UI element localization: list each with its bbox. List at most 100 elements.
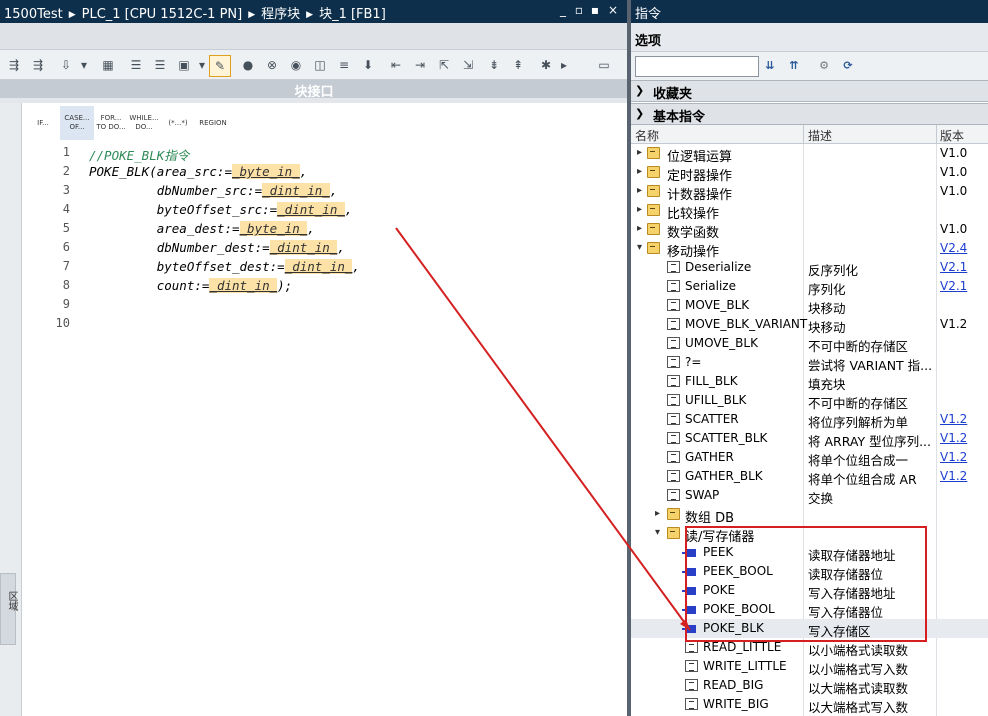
expanded-arrow-icon[interactable]: ▾ bbox=[655, 527, 660, 538]
tree-row[interactable]: ▸ 数组 DB bbox=[631, 505, 988, 526]
tree-row[interactable]: ▸ 数学函数 V1.0 bbox=[631, 220, 988, 241]
collapsed-arrow-icon[interactable]: ▸ bbox=[637, 166, 642, 177]
block-interface-header[interactable]: 块接口 bbox=[0, 80, 628, 100]
code-line[interactable]: //POKE_BLK指令 bbox=[89, 145, 189, 164]
if-snippet-button[interactable]: IF... bbox=[28, 106, 58, 140]
code-line[interactable]: byteOffset_dest:=_dint_in_, bbox=[89, 259, 360, 274]
sort-error-icon[interactable]: ⇞ bbox=[508, 55, 528, 75]
breadcrumb-program-blocks[interactable]: 程序块 bbox=[261, 7, 300, 22]
breadcrumb-plc[interactable]: PLC_1 [CPU 1512C-1 PN] bbox=[82, 7, 243, 22]
window-layout-icon[interactable]: ▭ bbox=[594, 55, 614, 75]
tree-row[interactable]: WRITE_LITTLE 以小端格式写入数 bbox=[631, 657, 988, 677]
breadcrumb-block[interactable]: 块_1 [FB1] bbox=[319, 7, 386, 22]
version-link[interactable]: V1.2 bbox=[940, 450, 967, 464]
tree-row[interactable]: SCATTER 将位序列解析为单 V1.2 bbox=[631, 410, 988, 430]
indent-icon[interactable]: ☰ bbox=[126, 55, 146, 75]
breadcrumb-project[interactable]: 1500Test bbox=[4, 7, 63, 22]
parameter-placeholder[interactable]: _dint_in_ bbox=[269, 240, 338, 255]
tree-row[interactable]: ▸ 计数器操作 V1.0 bbox=[631, 182, 988, 203]
tree-row[interactable]: SWAP 交换 bbox=[631, 486, 988, 506]
parameter-placeholder[interactable]: _dint_in_ bbox=[284, 259, 353, 274]
code-line[interactable]: count:=_dint_in_); bbox=[89, 278, 292, 293]
parameter-placeholder[interactable]: _byte_in_ bbox=[232, 164, 300, 179]
expanded-arrow-icon[interactable]: ▾ bbox=[637, 242, 642, 253]
tree-row[interactable]: ?= 尝试将 VARIANT 指... bbox=[631, 353, 988, 373]
column-description[interactable]: 描述 bbox=[808, 127, 832, 144]
minimize-button[interactable]: _ bbox=[556, 3, 570, 17]
code-line[interactable]: area_dest:=_byte_in_, bbox=[89, 221, 315, 236]
search-down-icon[interactable]: ⇊ bbox=[761, 56, 779, 74]
step-icon[interactable]: ⇱ bbox=[434, 55, 454, 75]
insert-network-icon[interactable]: ⇶ bbox=[4, 55, 24, 75]
sort-icon[interactable]: ⇟ bbox=[484, 55, 504, 75]
parameter-placeholder[interactable]: _dint_in_ bbox=[277, 202, 345, 217]
watch-table-icon[interactable]: ◫ bbox=[310, 55, 330, 75]
version-link[interactable]: V1.2 bbox=[940, 431, 967, 445]
go-online-icon[interactable]: ⬇ bbox=[358, 55, 378, 75]
version-link[interactable]: V2.1 bbox=[940, 279, 967, 293]
tree-row[interactable]: ▸ 比较操作 bbox=[631, 201, 988, 222]
collapsed-arrow-icon[interactable]: ▸ bbox=[637, 204, 642, 215]
tree-row[interactable]: FILL_BLK 填充块 bbox=[631, 372, 988, 392]
compile-icon[interactable]: ✱ bbox=[536, 55, 556, 75]
tree-row[interactable]: MOVE_BLK_VARIANT 块移动 V1.2 bbox=[631, 315, 988, 335]
step-out-icon[interactable]: ⇲ bbox=[458, 55, 478, 75]
code-line[interactable]: byteOffset_src:=_dint_in_, bbox=[89, 202, 352, 217]
arrow-down-icon[interactable]: ▾ bbox=[74, 55, 94, 75]
settings-icon[interactable]: ⚙ bbox=[815, 56, 833, 74]
tree-row[interactable]: WRITE_BIG 以大端格式写入数 bbox=[631, 695, 988, 715]
code-line[interactable]: dbNumber_src:=_dint_in_, bbox=[89, 183, 337, 198]
tree-row[interactable]: ▾ 移动操作 V2.4 bbox=[631, 239, 988, 260]
watch-icon[interactable]: ◉ bbox=[286, 55, 306, 75]
splitter[interactable] bbox=[0, 98, 628, 103]
collapsed-arrow-icon[interactable]: ▸ bbox=[655, 508, 660, 519]
parameter-placeholder[interactable]: _dint_in_ bbox=[209, 278, 278, 293]
tree-row[interactable]: GATHER 将单个位组合成一 V1.2 bbox=[631, 448, 988, 468]
favorites-section[interactable]: ❯ 收藏夹 bbox=[631, 80, 988, 102]
tree-row[interactable]: ▸ 定时器操作 V1.0 bbox=[631, 163, 988, 184]
code-line[interactable]: POKE_BLK(area_src:=_byte_in_, bbox=[89, 164, 307, 179]
collapsed-arrow-icon[interactable]: ▸ bbox=[637, 185, 642, 196]
monitor-icon[interactable]: ▦ bbox=[98, 55, 118, 75]
restore-button[interactable]: ▫ bbox=[572, 3, 586, 17]
download-icon[interactable]: ⇩ bbox=[56, 55, 76, 75]
comment-snippet-button[interactable]: (*...*) bbox=[162, 106, 194, 140]
device-icon[interactable]: ▣ bbox=[174, 55, 194, 75]
outdent-icon[interactable]: ☰ bbox=[150, 55, 170, 75]
tree-row[interactable]: Serialize 序列化 V2.1 bbox=[631, 277, 988, 297]
tree-row[interactable]: SCATTER_BLK 将 ARRAY 型位序列... V1.2 bbox=[631, 429, 988, 449]
version-link[interactable]: V1.2 bbox=[940, 469, 967, 483]
while-snippet-button[interactable]: WHILE... DO... bbox=[128, 106, 160, 140]
for-snippet-button[interactable]: FOR... TO DO... bbox=[95, 106, 127, 140]
collapsed-arrow-icon[interactable]: ▸ bbox=[637, 147, 642, 158]
collapsed-arrow-icon[interactable]: ▸ bbox=[637, 223, 642, 234]
tree-row[interactable]: Deserialize 反序列化 V2.1 bbox=[631, 258, 988, 278]
maximize-button[interactable]: ▪ bbox=[588, 3, 602, 17]
column-name[interactable]: 名称 bbox=[635, 127, 659, 144]
tree-row[interactable]: UFILL_BLK 不可中断的存储区 bbox=[631, 391, 988, 411]
case-snippet-button[interactable]: CASE... OF... bbox=[60, 106, 94, 140]
tree-row[interactable]: UMOVE_BLK 不可中断的存储区 bbox=[631, 334, 988, 354]
tree-row[interactable]: MOVE_BLK 块移动 bbox=[631, 296, 988, 316]
tree-row[interactable]: READ_BIG 以大端格式读取数 bbox=[631, 676, 988, 696]
code-editor[interactable]: //POKE_BLK指令 POKE_BLK(area_src:=_byte_in_… bbox=[84, 142, 624, 716]
column-version[interactable]: 版本 bbox=[940, 127, 964, 144]
next-icon[interactable]: ⇥ bbox=[410, 55, 430, 75]
instruction-search-input[interactable] bbox=[635, 56, 759, 77]
version-link[interactable]: V2.4 bbox=[940, 241, 967, 255]
region-snippet-button[interactable]: REGION bbox=[196, 106, 230, 140]
basic-instructions-section[interactable]: ❯ 基本指令 bbox=[631, 103, 988, 125]
clear-breakpoint-icon[interactable]: ⊗ bbox=[262, 55, 282, 75]
update-icon[interactable]: ⟳ bbox=[839, 56, 857, 74]
code-line[interactable]: dbNumber_dest:=_dint_in_, bbox=[89, 240, 345, 255]
previous-icon[interactable]: ⇤ bbox=[386, 55, 406, 75]
autocomplete-icon[interactable]: ✎ bbox=[209, 55, 231, 77]
close-button[interactable]: × bbox=[606, 3, 620, 17]
version-link[interactable]: V2.1 bbox=[940, 260, 967, 274]
tree-row[interactable]: GATHER_BLK 将单个位组合成 AR V1.2 bbox=[631, 467, 988, 487]
arrow-right-icon[interactable]: ▸ bbox=[554, 55, 574, 75]
parameter-placeholder[interactable]: _byte_in_ bbox=[239, 221, 308, 236]
breakpoint-icon[interactable]: ● bbox=[238, 55, 258, 75]
tree-row[interactable]: ▸ 位逻辑运算 V1.0 bbox=[631, 144, 988, 165]
parameter-placeholder[interactable]: _dint_in_ bbox=[262, 183, 330, 198]
